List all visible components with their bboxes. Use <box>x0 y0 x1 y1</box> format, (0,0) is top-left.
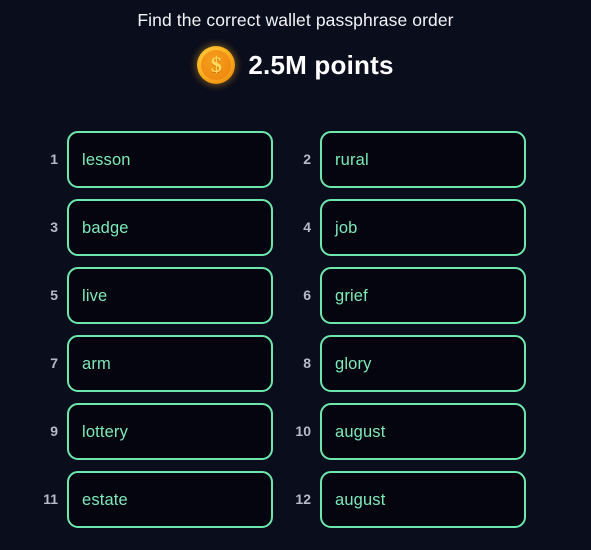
passphrase-slot[interactable]: 10 august <box>281 403 534 460</box>
word-value: live <box>82 286 108 305</box>
slot-index-label: 7 <box>50 355 58 371</box>
slot-index-label: 4 <box>303 219 311 235</box>
slot-index-label: 12 <box>295 491 311 507</box>
word-value: estate <box>82 490 128 509</box>
reward-row: $ 2.5M points <box>0 46 591 84</box>
slot-index-label: 8 <box>303 355 311 371</box>
slot-index-label: 5 <box>50 287 58 303</box>
word-input-box[interactable]: job <box>320 199 526 256</box>
passphrase-slot[interactable]: 5 live <box>28 267 281 324</box>
slot-index-label: 1 <box>50 151 58 167</box>
word-input-box[interactable]: rural <box>320 131 526 188</box>
word-value: august <box>335 490 386 509</box>
slot-index-label: 10 <box>295 423 311 439</box>
word-value: arm <box>82 354 111 373</box>
slot-index-label: 3 <box>50 219 58 235</box>
passphrase-slot[interactable]: 12 august <box>281 471 534 528</box>
word-input-box[interactable]: badge <box>67 199 273 256</box>
points-amount-label: 2.5M points <box>248 50 394 80</box>
word-value: glory <box>335 354 372 373</box>
passphrase-slot[interactable]: 4 job <box>281 199 534 256</box>
dollar-sign-glyph: $ <box>210 52 222 77</box>
passphrase-slot[interactable]: 3 badge <box>28 199 281 256</box>
word-input-box[interactable]: live <box>67 267 273 324</box>
page-title: Find the correct wallet passphrase order <box>137 10 454 30</box>
word-value: lesson <box>82 150 131 169</box>
word-value: lottery <box>82 422 128 441</box>
slot-index-label: 9 <box>50 423 58 439</box>
passphrase-order-page: Find the correct wallet passphrase order… <box>0 0 591 550</box>
passphrase-slot[interactable]: 2 rural <box>281 131 534 188</box>
slot-index-label: 11 <box>43 491 58 507</box>
passphrase-slot[interactable]: 6 grief <box>281 267 534 324</box>
word-input-box[interactable]: august <box>320 403 526 460</box>
word-value: job <box>335 218 358 237</box>
word-input-box[interactable]: lesson <box>67 131 273 188</box>
passphrase-slot[interactable]: 1 lesson <box>28 131 281 188</box>
passphrase-word-grid: 1 lesson 2 rural 3 badge 4 job 5 live 6 grief 7 arm 8 g… <box>28 131 526 528</box>
passphrase-slot[interactable]: 11 estate <box>28 471 281 528</box>
word-value: rural <box>335 150 369 169</box>
passphrase-slot[interactable]: 7 arm <box>28 335 281 392</box>
word-input-box[interactable]: grief <box>320 267 526 324</box>
word-value: badge <box>82 218 129 237</box>
word-input-box[interactable]: estate <box>67 471 273 528</box>
slot-index-label: 6 <box>303 287 311 303</box>
word-input-box[interactable]: august <box>320 471 526 528</box>
word-value: grief <box>335 286 368 305</box>
passphrase-slot[interactable]: 8 glory <box>281 335 534 392</box>
passphrase-slot[interactable]: 9 lottery <box>28 403 281 460</box>
word-value: august <box>335 422 386 441</box>
gold-coin-dollar-icon: $ <box>197 46 236 84</box>
word-input-box[interactable]: arm <box>67 335 273 392</box>
word-input-box[interactable]: lottery <box>67 403 273 460</box>
slot-index-label: 2 <box>303 151 311 167</box>
word-input-box[interactable]: glory <box>320 335 526 392</box>
